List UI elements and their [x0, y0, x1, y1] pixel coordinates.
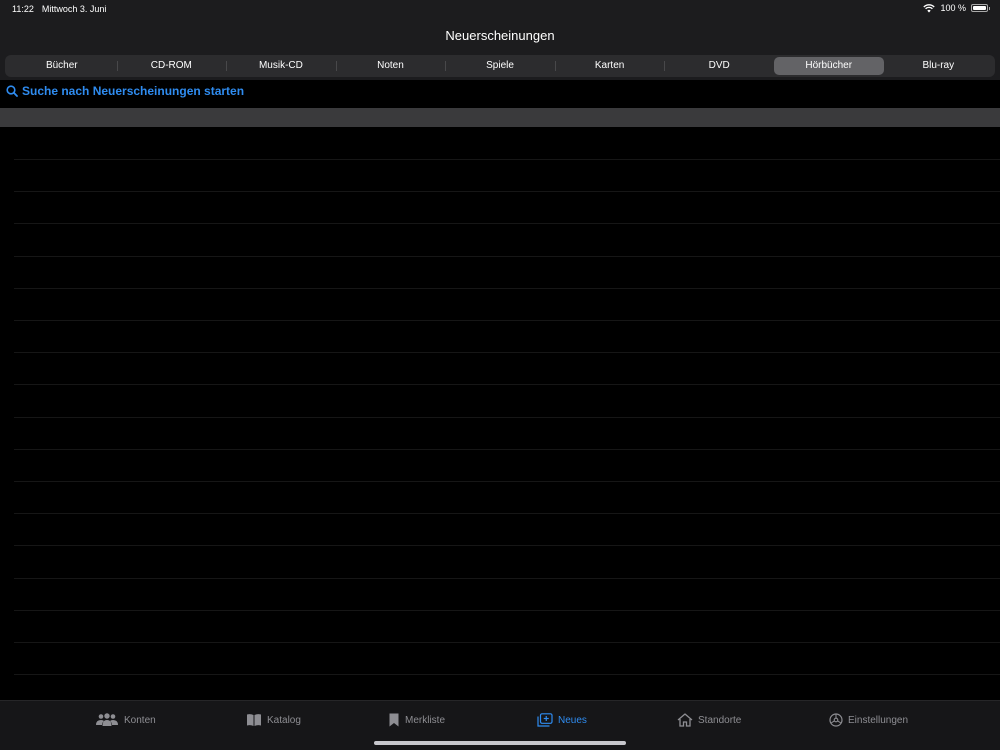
page-title: Neuerscheinungen [445, 28, 555, 43]
category-segmented-control: Bücher CD-ROM Musik-CD Noten Spiele Kart… [5, 55, 995, 77]
search-new-releases-button[interactable]: Suche nach Neuerscheinungen starten [6, 83, 244, 99]
home-indicator[interactable] [374, 741, 626, 745]
battery-percentage: 100 % [940, 3, 966, 13]
segment-noten[interactable]: Noten [335, 57, 446, 75]
segment-musik-cd[interactable]: Musik-CD [226, 57, 336, 75]
house-icon [677, 713, 693, 727]
segment-cd-rom[interactable]: CD-ROM [116, 57, 227, 75]
list-separator [14, 545, 1000, 546]
list-separator [14, 642, 1000, 643]
tab-merkliste-label: Merkliste [405, 714, 446, 726]
status-date: Mittwoch 3. Juni [41, 4, 107, 14]
segment-karten[interactable]: Karten [554, 57, 665, 75]
segment-blu-ray[interactable]: Blu-ray [884, 57, 994, 75]
list-separator [14, 384, 1000, 385]
tab-katalog-label: Katalog [267, 714, 301, 726]
list-separator [14, 481, 1000, 482]
gear-icon [829, 713, 843, 727]
bookmark-icon [389, 713, 399, 727]
list-separator [14, 256, 1000, 257]
segment-buecher[interactable]: Bücher [7, 57, 117, 75]
tab-neues-label: Neues [558, 714, 587, 726]
list-separator [14, 191, 1000, 192]
book-icon [247, 714, 261, 726]
status-time: 11:22 [12, 4, 34, 14]
new-items-icon [537, 713, 553, 727]
search-icon [6, 85, 18, 97]
list-separator [14, 223, 1000, 224]
list-separator [14, 417, 1000, 418]
segment-spiele[interactable]: Spiele [445, 57, 555, 75]
battery-level [973, 6, 986, 10]
results-list[interactable] [0, 127, 1000, 700]
tab-konten-label: Konten [124, 714, 156, 726]
segment-dvd[interactable]: DVD [664, 57, 774, 75]
list-separator [14, 674, 1000, 675]
list-separator [14, 288, 1000, 289]
tab-konten[interactable]: Konten [95, 713, 156, 727]
navigation-bar: Neuerscheinungen [0, 18, 1000, 54]
people-icon [96, 713, 118, 726]
tab-neues[interactable]: Neues [537, 713, 587, 727]
list-separator [14, 513, 1000, 514]
tab-einstellungen-label: Einstellungen [848, 714, 909, 726]
list-separator [14, 352, 1000, 353]
list-separator [14, 449, 1000, 450]
list-separator [14, 320, 1000, 321]
tab-standorte[interactable]: Standorte [677, 713, 741, 727]
search-new-releases-label: Suche nach Neuerscheinungen starten [22, 84, 245, 98]
wifi-icon [923, 3, 936, 12]
section-header [0, 108, 1000, 127]
tab-standorte-label: Standorte [698, 714, 742, 726]
list-separator [14, 578, 1000, 579]
tab-katalog[interactable]: Katalog [246, 713, 301, 727]
category-segment-area: Bücher CD-ROM Musik-CD Noten Spiele Kart… [0, 54, 1000, 80]
list-separator [14, 159, 1000, 160]
tab-merkliste[interactable]: Merkliste [388, 713, 445, 727]
tab-einstellungen[interactable]: Einstellungen [829, 713, 908, 727]
battery-icon [971, 4, 990, 12]
status-bar: 11:22 Mittwoch 3. Juni 100 % [0, 0, 1000, 18]
tab-bar: Konten Katalog Merkliste Neues Standorte [0, 700, 1000, 750]
list-separator [14, 610, 1000, 611]
segment-hoerbuecher[interactable]: Hörbücher [773, 57, 884, 75]
